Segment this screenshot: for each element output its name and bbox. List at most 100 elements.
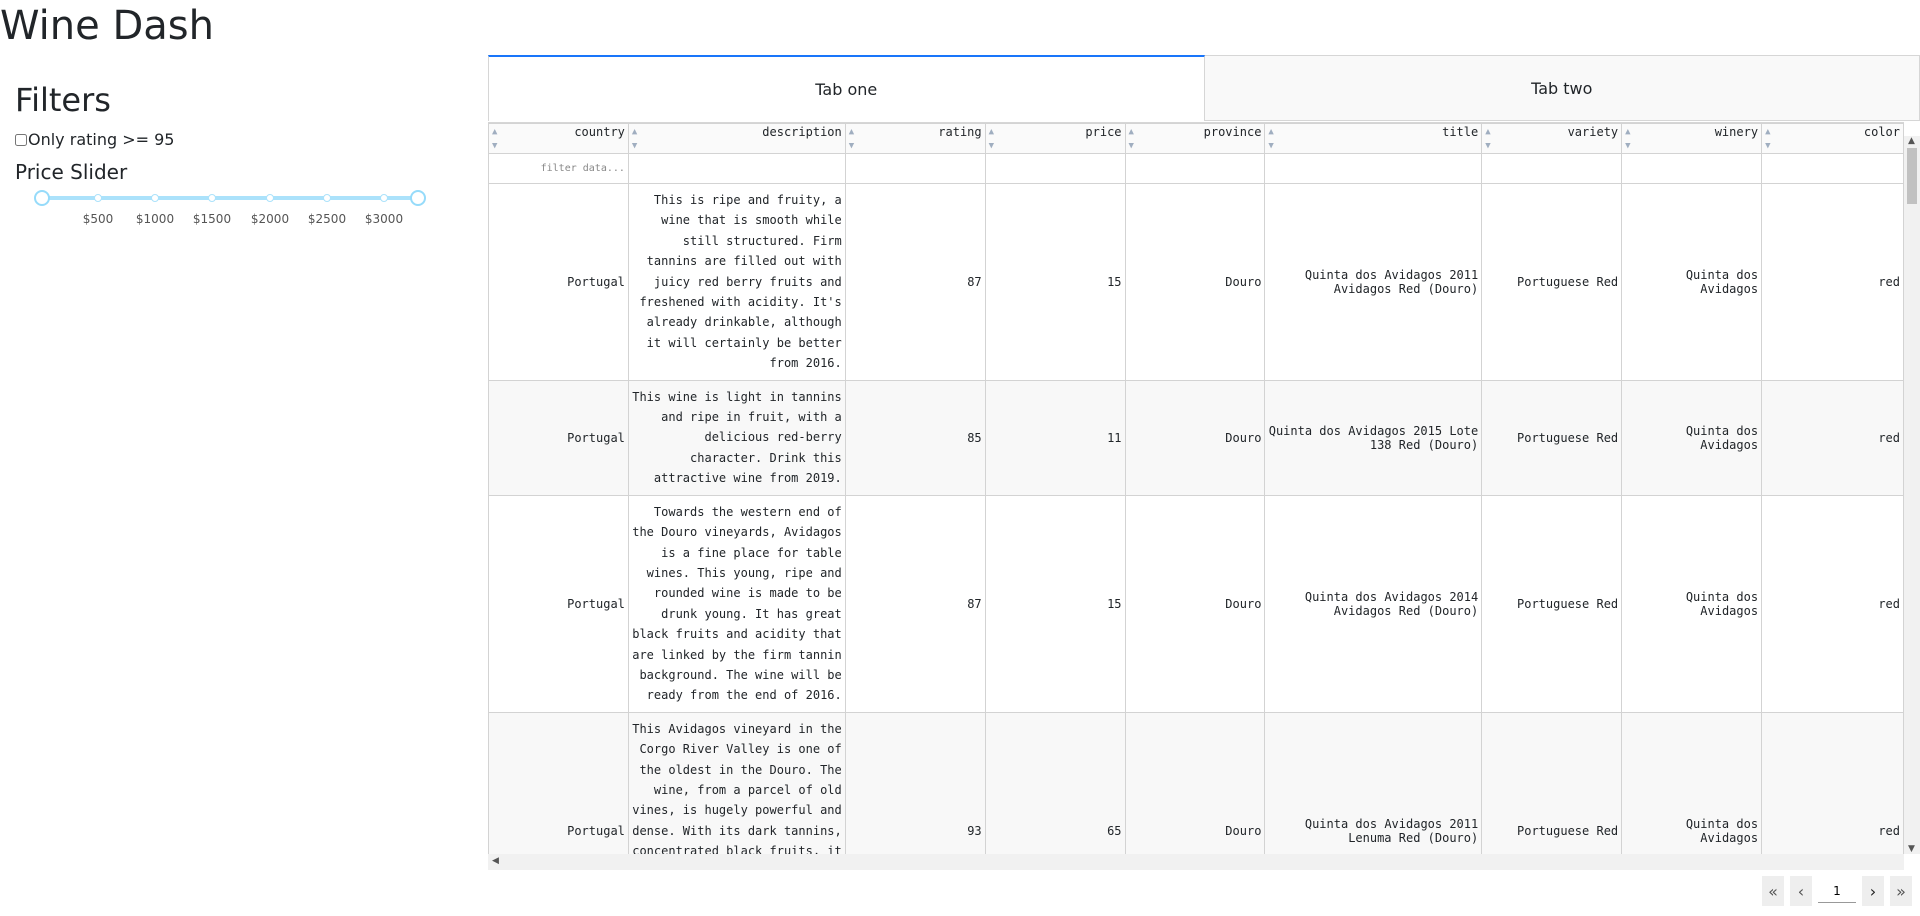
- current-page-input[interactable]: [1818, 879, 1856, 903]
- scroll-left-icon[interactable]: ◀: [492, 856, 499, 866]
- cell-rating: 85: [844, 379, 986, 496]
- table-row[interactable]: Portugal This wine is light in tannins a…: [488, 379, 1904, 496]
- cell-price: 15: [984, 183, 1126, 381]
- table-row[interactable]: Portugal This is ripe and fruity, a wine…: [488, 183, 1904, 381]
- horizontal-scrollbar[interactable]: ◀: [488, 854, 1904, 870]
- tab-two[interactable]: Tab two: [1204, 55, 1920, 121]
- price-slider[interactable]: $500 $1000 $1500 $2000 $2500 $3000: [32, 190, 426, 230]
- slider-mark: $2500: [307, 212, 347, 226]
- wine-table: ▲ ▼ country ▲ ▼ description ▲ ▼ rating ▲ ▼ price…: [488, 122, 1904, 855]
- table-row[interactable]: Portugal Towards the western end of the …: [488, 494, 1904, 713]
- filter-cell-price[interactable]: [984, 153, 1126, 184]
- cell-province: Douro: [1124, 379, 1266, 496]
- sort-icon[interactable]: ▲ ▼: [1129, 125, 1134, 153]
- cell-price: 65: [984, 711, 1126, 855]
- filters-title: Filters: [15, 81, 111, 119]
- cell-variety: Portuguese Red: [1481, 494, 1623, 713]
- chevron-left-icon: ‹: [1797, 881, 1805, 901]
- cell-color: red: [1761, 379, 1904, 496]
- sort-icon[interactable]: ▲ ▼: [1268, 125, 1273, 153]
- price-slider-max-handle[interactable]: [410, 190, 426, 206]
- filter-row: filter data...: [488, 153, 1904, 184]
- slider-dot: [380, 194, 388, 202]
- slider-dot: [208, 194, 216, 202]
- sort-icon[interactable]: ▲ ▼: [849, 125, 854, 153]
- filter-cell-rating[interactable]: [844, 153, 986, 184]
- chevron-right-icon: ›: [1869, 881, 1877, 901]
- cell-country: Portugal: [488, 711, 629, 855]
- filter-cell-winery[interactable]: [1621, 153, 1763, 184]
- vertical-scroll-thumb[interactable]: [1907, 148, 1917, 204]
- sort-icon[interactable]: ▲ ▼: [1765, 125, 1770, 153]
- cell-variety: Portuguese Red: [1481, 183, 1623, 381]
- app-title: Wine Dash: [0, 3, 214, 49]
- cell-title: Quinta dos Avidagos 2014 Avidagos Red (D…: [1264, 494, 1483, 713]
- sort-icon[interactable]: ▲ ▼: [1485, 125, 1490, 153]
- cell-rating: 87: [844, 494, 986, 713]
- slider-dot: [151, 194, 159, 202]
- column-header-title[interactable]: ▲ ▼ title: [1264, 123, 1483, 154]
- rating-filter[interactable]: Only rating >= 95: [15, 130, 174, 150]
- cell-color: red: [1761, 183, 1904, 381]
- scroll-down-icon[interactable]: ▼: [1908, 844, 1915, 854]
- cell-variety: Portuguese Red: [1481, 711, 1623, 855]
- price-slider-title: Price Slider: [15, 160, 128, 184]
- column-header-description[interactable]: ▲ ▼ description: [627, 123, 846, 154]
- previous-page-button[interactable]: ‹: [1790, 876, 1812, 906]
- cell-winery: Quinta dos Avidagos: [1621, 494, 1763, 713]
- first-page-button[interactable]: «: [1762, 876, 1784, 906]
- cell-price: 11: [984, 379, 1126, 496]
- cell-description: Towards the western end of the Douro vin…: [627, 494, 846, 713]
- table-row[interactable]: Portugal This Avidagos vineyard in the C…: [488, 711, 1904, 855]
- column-header-price[interactable]: ▲ ▼ price: [984, 123, 1126, 154]
- column-header-province[interactable]: ▲ ▼ province: [1124, 123, 1266, 154]
- rating-checkbox[interactable]: [15, 134, 27, 146]
- cell-color: red: [1761, 711, 1904, 855]
- sort-icon[interactable]: ▲ ▼: [989, 125, 994, 153]
- cell-winery: Quinta dos Avidagos: [1621, 183, 1763, 381]
- slider-dot: [266, 194, 274, 202]
- tab-one[interactable]: Tab one: [488, 55, 1205, 121]
- cell-description: This wine is light in tannins and ripe i…: [627, 379, 846, 496]
- column-header-rating[interactable]: ▲ ▼ rating: [844, 123, 986, 154]
- filter-cell-description[interactable]: [627, 153, 846, 184]
- column-header-country[interactable]: ▲ ▼ country: [488, 123, 629, 154]
- cell-province: Douro: [1124, 711, 1266, 855]
- cell-title: Quinta dos Avidagos 2011 Lenuma Red (Dou…: [1264, 711, 1483, 855]
- cell-province: Douro: [1124, 494, 1266, 713]
- cell-country: Portugal: [488, 183, 629, 381]
- slider-mark: $500: [82, 212, 114, 226]
- cell-rating: 93: [844, 711, 986, 855]
- cell-country: Portugal: [488, 379, 629, 496]
- cell-rating: 87: [844, 183, 986, 381]
- slider-mark: $3000: [364, 212, 404, 226]
- filter-cell-title[interactable]: [1264, 153, 1483, 184]
- slider-mark: $2000: [250, 212, 290, 226]
- slider-dot: [323, 194, 331, 202]
- cell-province: Douro: [1124, 183, 1266, 381]
- vertical-scrollbar[interactable]: ▲ ▼: [1904, 136, 1920, 854]
- last-page-button[interactable]: »: [1890, 876, 1912, 906]
- column-header-variety[interactable]: ▲ ▼ variety: [1481, 123, 1623, 154]
- cell-description: This is ripe and fruity, a wine that is …: [627, 183, 846, 381]
- scroll-up-icon[interactable]: ▲: [1908, 136, 1915, 146]
- column-header-winery[interactable]: ▲ ▼ winery: [1621, 123, 1763, 154]
- filter-cell-variety[interactable]: [1481, 153, 1623, 184]
- column-header-color[interactable]: ▲ ▼ color: [1761, 123, 1904, 154]
- cell-country: Portugal: [488, 494, 629, 713]
- cell-winery: Quinta dos Avidagos: [1621, 379, 1763, 496]
- sort-icon[interactable]: ▲ ▼: [492, 125, 497, 153]
- cell-variety: Portuguese Red: [1481, 379, 1623, 496]
- sort-icon[interactable]: ▲ ▼: [632, 125, 637, 153]
- pagination: « ‹ › »: [1762, 876, 1912, 906]
- next-page-button[interactable]: ›: [1862, 876, 1884, 906]
- filter-cell-color[interactable]: [1761, 153, 1904, 184]
- sort-icon[interactable]: ▲ ▼: [1625, 125, 1630, 153]
- filter-cell-province[interactable]: [1124, 153, 1266, 184]
- price-slider-min-handle[interactable]: [34, 190, 50, 206]
- filter-cell-country[interactable]: filter data...: [488, 153, 629, 184]
- cell-price: 15: [984, 494, 1126, 713]
- slider-mark: $1500: [192, 212, 232, 226]
- rating-checkbox-label: Only rating >= 95: [28, 130, 175, 149]
- cell-title: Quinta dos Avidagos 2011 Avidagos Red (D…: [1264, 183, 1483, 381]
